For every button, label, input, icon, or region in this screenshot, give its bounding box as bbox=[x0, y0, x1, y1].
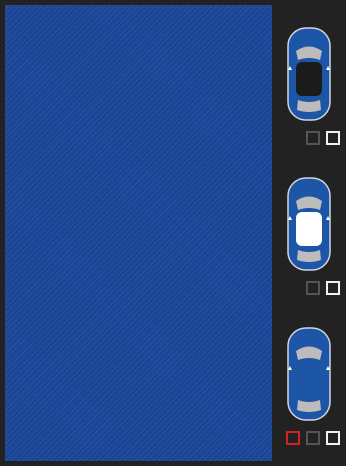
car-option-panel bbox=[272, 0, 346, 466]
option-marks-1 bbox=[306, 131, 340, 145]
mark-gray[interactable] bbox=[306, 131, 320, 145]
option-marks-3 bbox=[286, 431, 340, 445]
mark-gray[interactable] bbox=[306, 281, 320, 295]
car-top-view-icon[interactable] bbox=[286, 326, 332, 422]
mark-white[interactable] bbox=[326, 131, 340, 145]
car-top-view-icon[interactable] bbox=[286, 26, 332, 122]
mark-white[interactable] bbox=[326, 281, 340, 295]
mark-red[interactable] bbox=[286, 431, 300, 445]
color-swatch-area bbox=[0, 0, 272, 466]
car-top-view-icon[interactable] bbox=[286, 176, 332, 272]
car-option-3[interactable] bbox=[272, 300, 346, 450]
option-marks-2 bbox=[306, 281, 340, 295]
mark-white[interactable] bbox=[326, 431, 340, 445]
car-option-1[interactable] bbox=[272, 0, 346, 150]
mark-gray[interactable] bbox=[306, 431, 320, 445]
car-option-2[interactable] bbox=[272, 150, 346, 300]
